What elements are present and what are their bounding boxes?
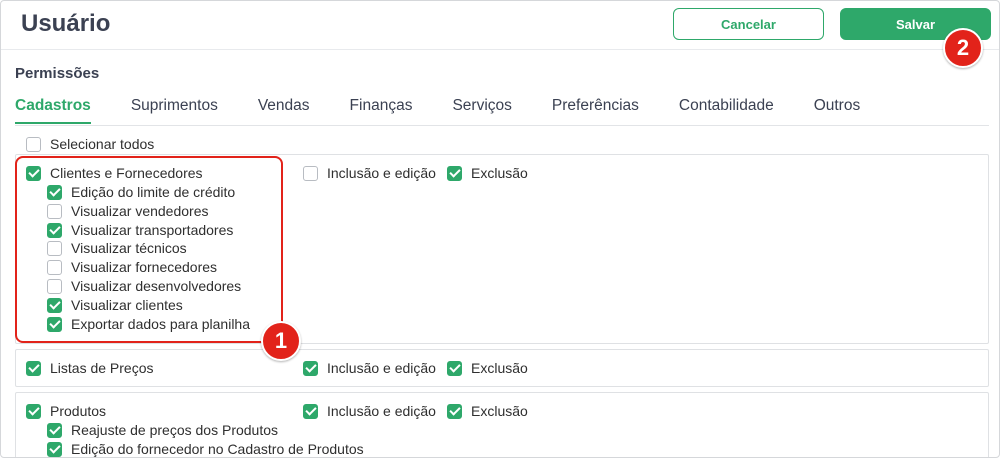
group-label: Listas de Preços [50,360,154,376]
tabs-divider [15,125,989,126]
section-title: Permissões [15,65,100,82]
tab-suprimentos[interactable]: Suprimentos [131,96,218,124]
group-checkbox-row[interactable]: Produtos [26,402,106,420]
page-title: Usuário [21,10,111,37]
tab-cadastros[interactable]: Cadastros [15,96,91,124]
inclusion-label: Inclusão e edição [327,360,436,376]
inclusion-checkbox[interactable] [303,360,318,376]
inclusion-checkbox[interactable] [303,165,318,181]
select-all-checkbox[interactable] [26,136,41,152]
child-checkbox[interactable] [47,441,62,457]
select-all-label: Selecionar todos [50,136,155,152]
group-checkbox[interactable] [26,403,41,419]
inclusion-row[interactable]: Inclusão e edição [303,164,436,182]
tab-contabilidade[interactable]: Contabilidade [679,96,774,124]
group-checkbox-row[interactable]: Listas de Preços [26,359,154,377]
tab-outros[interactable]: Outros [814,96,861,124]
child-label: Reajuste de preços dos Produtos [71,422,279,438]
child-checkbox[interactable] [47,422,62,438]
child-permission-row[interactable]: Edição do fornecedor no Cadastro de Prod… [47,440,364,457]
inclusion-label: Inclusão e edição [327,403,436,419]
tab-servicos[interactable]: Serviços [452,96,511,124]
inclusion-row[interactable]: Inclusão e edição [303,359,436,377]
child-permission-row[interactable]: Reajuste de preços dos Produtos [47,421,278,439]
cancel-button[interactable]: Cancelar [673,8,824,40]
exclusion-checkbox[interactable] [447,403,462,419]
exclusion-checkbox[interactable] [447,360,462,376]
tab-preferencias[interactable]: Preferências [552,96,639,124]
exclusion-label: Exclusão [471,360,528,376]
select-all-row[interactable]: Selecionar todos [26,135,154,153]
inclusion-checkbox[interactable] [303,403,318,419]
exclusion-label: Exclusão [471,165,528,181]
exclusion-row[interactable]: Exclusão [447,359,528,377]
header-divider [1,49,999,50]
annotation-badge-1: 1 [261,321,301,361]
exclusion-row[interactable]: Exclusão [447,402,528,420]
annotation-highlight-box [15,156,283,343]
tab-financas[interactable]: Finanças [350,96,413,124]
tab-vendas[interactable]: Vendas [258,96,310,124]
exclusion-label: Exclusão [471,403,528,419]
annotation-badge-2: 2 [943,28,983,68]
inclusion-row[interactable]: Inclusão e edição [303,402,436,420]
permissions-window: Usuário Cancelar Salvar Permissões Cadas… [0,0,1000,458]
group-checkbox[interactable] [26,360,41,376]
exclusion-checkbox[interactable] [447,165,462,181]
exclusion-row[interactable]: Exclusão [447,164,528,182]
child-label: Edição do fornecedor no Cadastro de Prod… [71,441,364,457]
tab-bar: Cadastros Suprimentos Vendas Finanças Se… [15,96,900,124]
inclusion-label: Inclusão e edição [327,165,436,181]
group-label: Produtos [50,403,107,419]
